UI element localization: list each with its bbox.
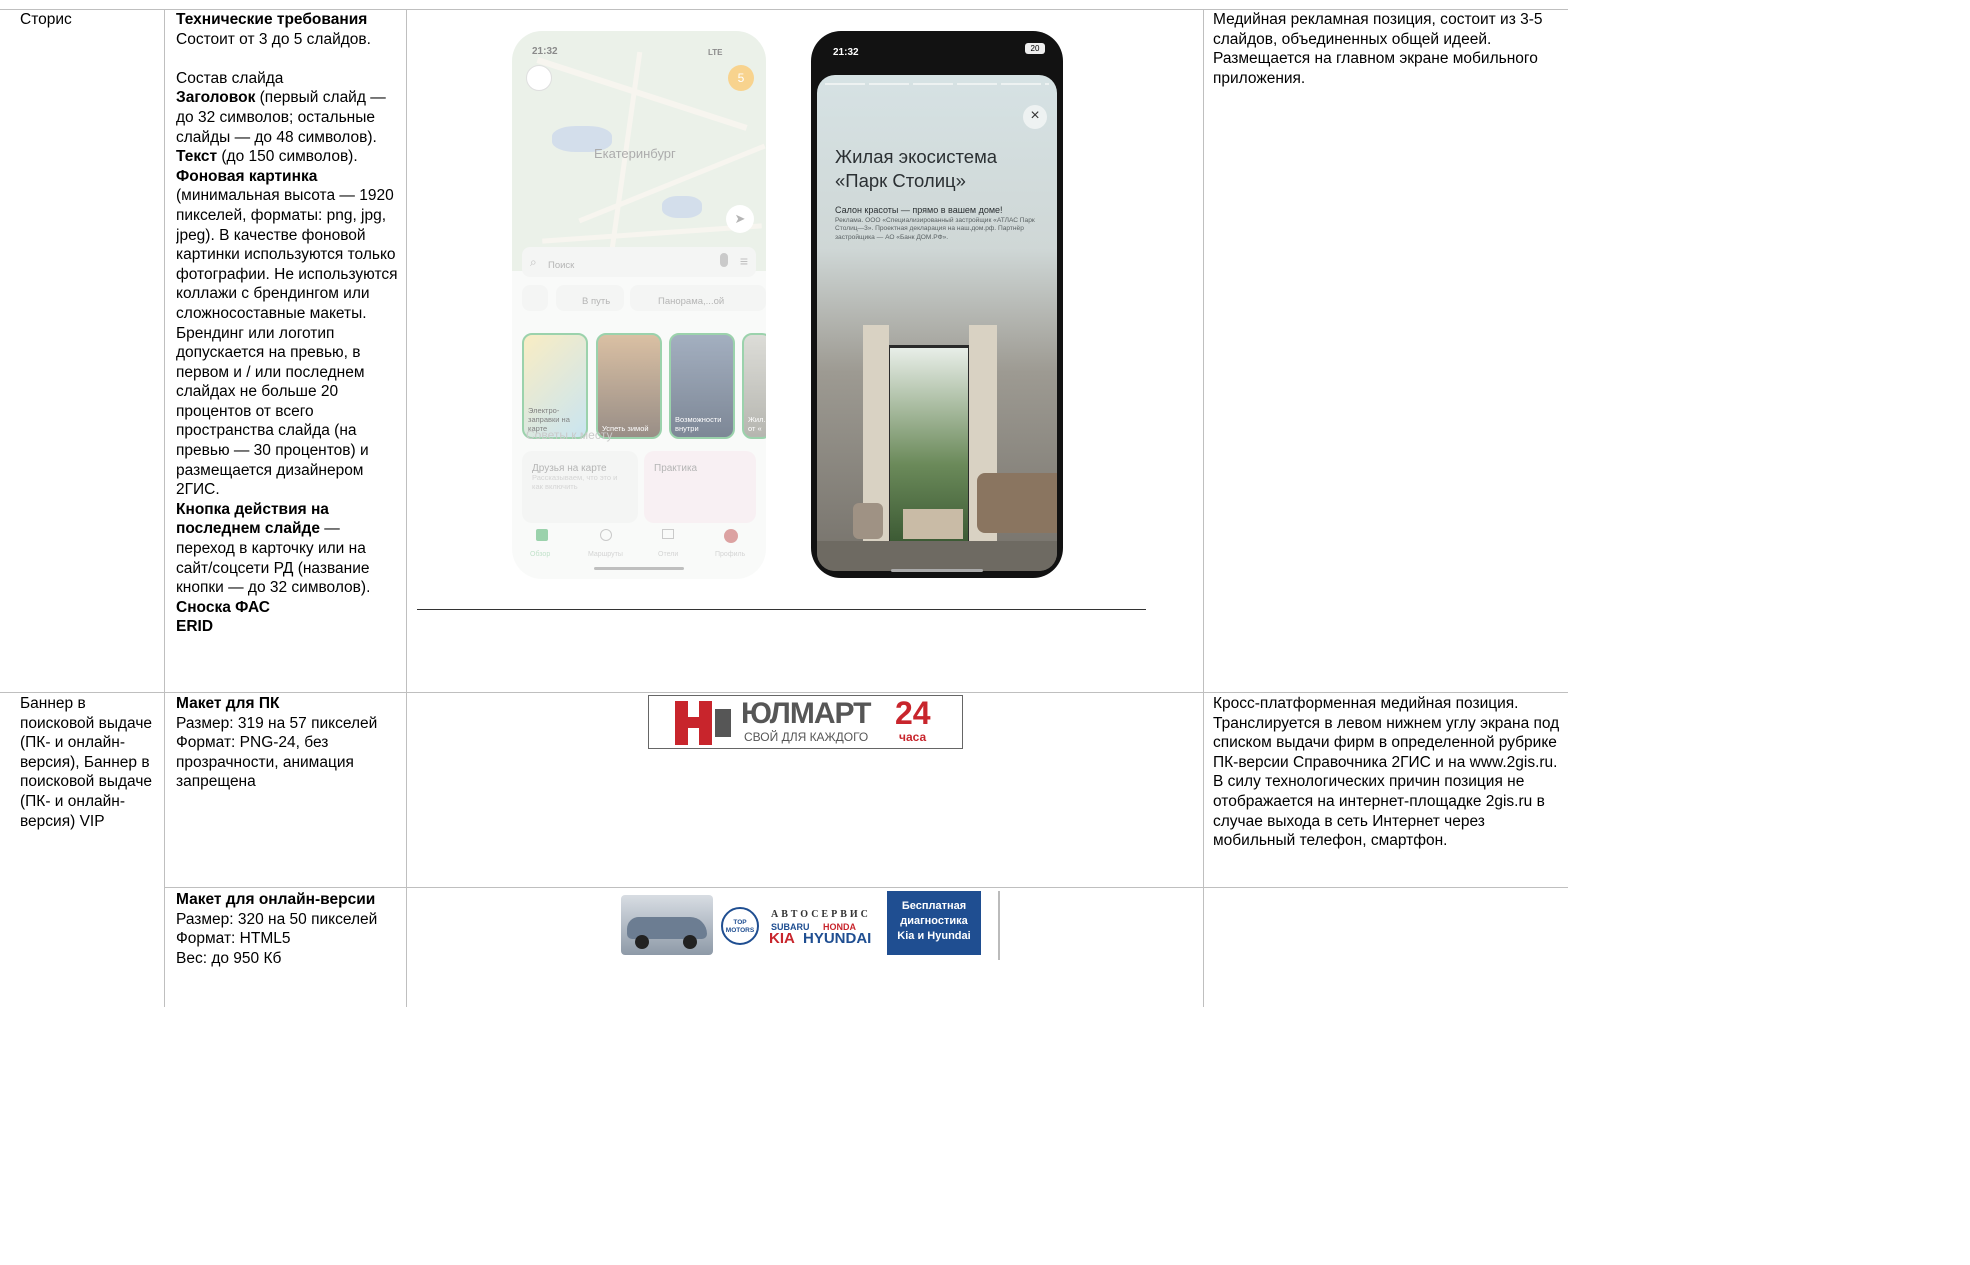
tip-card-2: Практика <box>644 451 756 523</box>
text-text: (до 150 символов). <box>217 148 358 166</box>
story-card-2: Успеть зимой <box>596 333 662 439</box>
description-text: Кросс-платформенная медийная позиция. Тр… <box>1213 695 1560 850</box>
status-signal: LTE <box>708 48 723 57</box>
chip-panorama: Панорама,...ой <box>630 285 766 311</box>
story-progress <box>825 83 1049 85</box>
phone-mockup-home: 21:32 LTE 5 Екатеринбург ➤ ⌕ Поиск ≡ В п… <box>512 31 766 579</box>
requirements-size: Размер: 319 на 57 пикселей <box>176 714 378 732</box>
offer-line-1: Бесплатная <box>901 900 967 912</box>
layers-icon <box>526 65 552 91</box>
fas-label: Сноска ФАС <box>176 598 270 616</box>
offer-box: Бесплатная диагностика Kia и Hyundai <box>887 891 981 955</box>
row-banner-online-requirements: Макет для онлайн-версии Размер: 320 на 5… <box>176 890 402 968</box>
story-card-4: Жил... от « <box>742 333 766 439</box>
requirements-format: Формат: PNG-24, без прозрачности, анимац… <box>176 734 354 791</box>
nav-overview-icon <box>536 529 548 541</box>
ulmart-brand: ЮЛМАРТ <box>741 697 871 730</box>
tips-title: Советы к месту <box>526 428 613 442</box>
col2-right-border <box>406 9 407 1007</box>
erid-label: ERID <box>176 618 214 636</box>
row-banner-pc-requirements: Макет для ПК Размер: 319 на 57 пикселей … <box>176 694 402 792</box>
text-label: Текст <box>176 148 218 166</box>
autoservice-banner: TOP MOTORS АВТОСЕРВИС SUBARU HONDA KIA H… <box>621 891 1001 960</box>
story-status-time: 21:32 <box>833 47 859 58</box>
banner-edge <box>998 891 1000 960</box>
car-image <box>621 895 713 955</box>
row2-bottom-border <box>164 887 1568 888</box>
row-stories-description: Медийная рекламная позиция, состоит из 3… <box>1213 10 1565 88</box>
ulmart-hours-word: часа <box>899 730 927 744</box>
story-slide: × Жилая экосистема «Парк Столиц» Салон к… <box>817 75 1057 571</box>
tip-card-1: Друзья на карте Рассказываем, что это и … <box>522 451 638 523</box>
row-stories-type: Сторис <box>20 10 160 30</box>
illustration-divider <box>417 609 1146 610</box>
requirements-title: Макет для ПК <box>176 695 280 712</box>
status-time: 21:32 <box>532 46 558 57</box>
location-arrow-icon: ➤ <box>726 205 754 233</box>
row-banner-description: Кросс-платформенная медийная позиция. Тр… <box>1213 694 1565 851</box>
bg-text: (минимальная высота — 1920 пикселей, фор… <box>176 187 398 499</box>
ulmart-banner: ЮЛМАРТ 24 СВОЙ ДЛЯ КАЖДОГО часа <box>648 695 963 749</box>
badge-icon: 5 <box>728 65 754 91</box>
cta-label: Кнопка действия на последнем слайде <box>176 500 329 538</box>
offer-line-3: Kia и Hyundai <box>897 930 971 942</box>
menu-icon: ≡ <box>739 253 748 269</box>
floor <box>817 541 1057 571</box>
story-card-3: Возможности внутри <box>669 333 735 439</box>
row-type-label: Баннер в поисковой выдаче (ПК- и онлайн-… <box>20 695 153 830</box>
bookmark-chip <box>522 285 548 311</box>
nav-routes-icon <box>600 529 612 541</box>
nav-profile-icon <box>724 529 738 543</box>
row-type-label: Сторис <box>20 11 72 28</box>
composition-label: Состав слайда <box>176 69 284 87</box>
requirements-title: Макет для онлайн-версии <box>176 891 376 908</box>
ulmart-hours: 24 <box>895 695 931 731</box>
ulmart-logo-mark <box>675 701 731 745</box>
offer-line-2: диагностика <box>900 915 968 927</box>
requirements-title: Технические требования <box>176 11 368 28</box>
row-banner-type: Баннер в поисковой выдаче (ПК- и онлайн-… <box>20 694 160 831</box>
bg-label: Фоновая картинка <box>176 167 318 185</box>
nav-hotels-icon <box>662 529 674 539</box>
description-text: Медийная рекламная позиция, состоит из 3… <box>1213 11 1543 87</box>
search-placeholder: Поиск <box>548 260 575 271</box>
brand-kia: KIA <box>769 930 795 947</box>
requirements-format: Формат: HTML5 <box>176 930 291 948</box>
home-indicator <box>594 567 684 570</box>
col3-right-border <box>1203 9 1204 1007</box>
mic-icon <box>720 253 728 267</box>
story-disclaimer: Реклама. ООО «Специализированный застрой… <box>835 217 1035 241</box>
story-status-battery: 20 <box>1025 43 1045 54</box>
bottom-nav: Обзор Маршруты Отели Профиль <box>512 525 766 565</box>
top-motors-logo: TOP MOTORS <box>721 907 759 945</box>
story-title: Жилая экосистема «Парк Столиц» <box>835 146 998 191</box>
stool <box>853 503 883 539</box>
map-preview: 21:32 LTE 5 Екатеринбург ➤ <box>512 31 766 271</box>
ulmart-tagline: СВОЙ ДЛЯ КАЖДОГО <box>744 730 869 744</box>
col1-right-border <box>164 9 165 1007</box>
coffee-table <box>903 509 963 539</box>
map-city-label: Екатеринбург <box>594 146 676 161</box>
close-icon[interactable]: × <box>1023 105 1047 129</box>
requirements-size: Размер: 320 на 50 пикселей <box>176 910 378 928</box>
search-icon: ⌕ <box>530 255 537 269</box>
brand-hyundai: HYUNDAI <box>803 930 872 947</box>
row-stories-requirements: Технические требования Состоит от 3 до 5… <box>176 10 402 637</box>
chip-route: В путь <box>556 285 624 311</box>
requirements-weight: Вес: до 950 Кб <box>176 949 282 967</box>
sofa <box>977 473 1057 533</box>
story-home-indicator <box>891 569 983 572</box>
phone-mockup-story: 21:32 20 × Жилая экосистема «Парк Столиц… <box>811 31 1063 578</box>
requirements-intro: Состоит от 3 до 5 слайдов. <box>176 30 371 48</box>
search-bar: ⌕ Поиск ≡ <box>522 247 756 277</box>
row1-bottom-border <box>0 692 1568 693</box>
story-card-1: Электро-заправки на карте <box>522 333 588 439</box>
headline-label: Заголовок <box>176 89 256 107</box>
